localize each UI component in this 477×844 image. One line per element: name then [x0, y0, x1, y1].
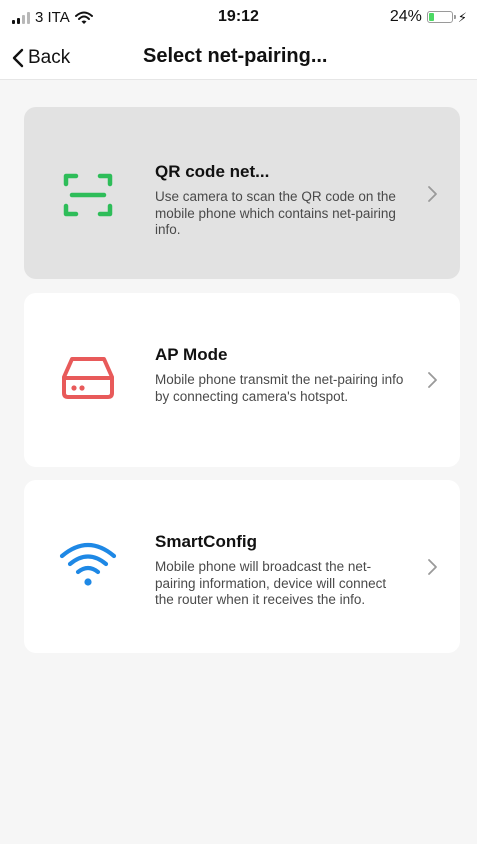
router-icon — [62, 357, 114, 399]
chevron-right-icon — [428, 559, 437, 575]
navigation-bar: Back Select net-pairing... — [0, 36, 477, 80]
qr-scan-icon — [63, 173, 113, 217]
option-qr-code[interactable]: QR code net... Use camera to scan the QR… — [24, 107, 460, 279]
option-description: Mobile phone transmit the net-pairing in… — [155, 372, 404, 404]
option-title: QR code net... — [155, 162, 270, 181]
back-label: Back — [28, 47, 71, 68]
status-bar: 3 ITA 19:12 24% ⚡ — [0, 0, 477, 36]
option-description: Mobile phone will broadcast the net-pair… — [155, 559, 387, 607]
battery-icon — [426, 11, 456, 23]
chevron-left-icon — [12, 48, 24, 68]
chevron-right-icon — [428, 372, 437, 388]
battery-percent: 24% — [389, 8, 422, 25]
charging-bolt-icon: ⚡ — [457, 9, 467, 25]
option-text: SmartConfig Mobile phone will broadcast … — [155, 532, 405, 609]
chevron-right-icon — [428, 186, 437, 202]
status-right: 24% ⚡ — [390, 8, 467, 26]
option-text: AP Mode Mobile phone transmit the net-pa… — [155, 345, 405, 405]
option-description: Use camera to scan the QR code on the mo… — [155, 189, 396, 237]
battery-level-fill — [428, 13, 434, 21]
option-ap-mode[interactable]: AP Mode Mobile phone transmit the net-pa… — [24, 293, 460, 467]
wifi-icon — [59, 542, 117, 586]
option-title: SmartConfig — [155, 532, 257, 551]
page-title: Select net-pairing... — [143, 45, 328, 67]
back-button[interactable]: Back — [12, 44, 70, 72]
option-text: QR code net... Use camera to scan the QR… — [155, 162, 405, 239]
battery-tip — [453, 15, 456, 19]
option-smartconfig[interactable]: SmartConfig Mobile phone will broadcast … — [24, 480, 460, 653]
option-title: AP Mode — [155, 345, 228, 364]
